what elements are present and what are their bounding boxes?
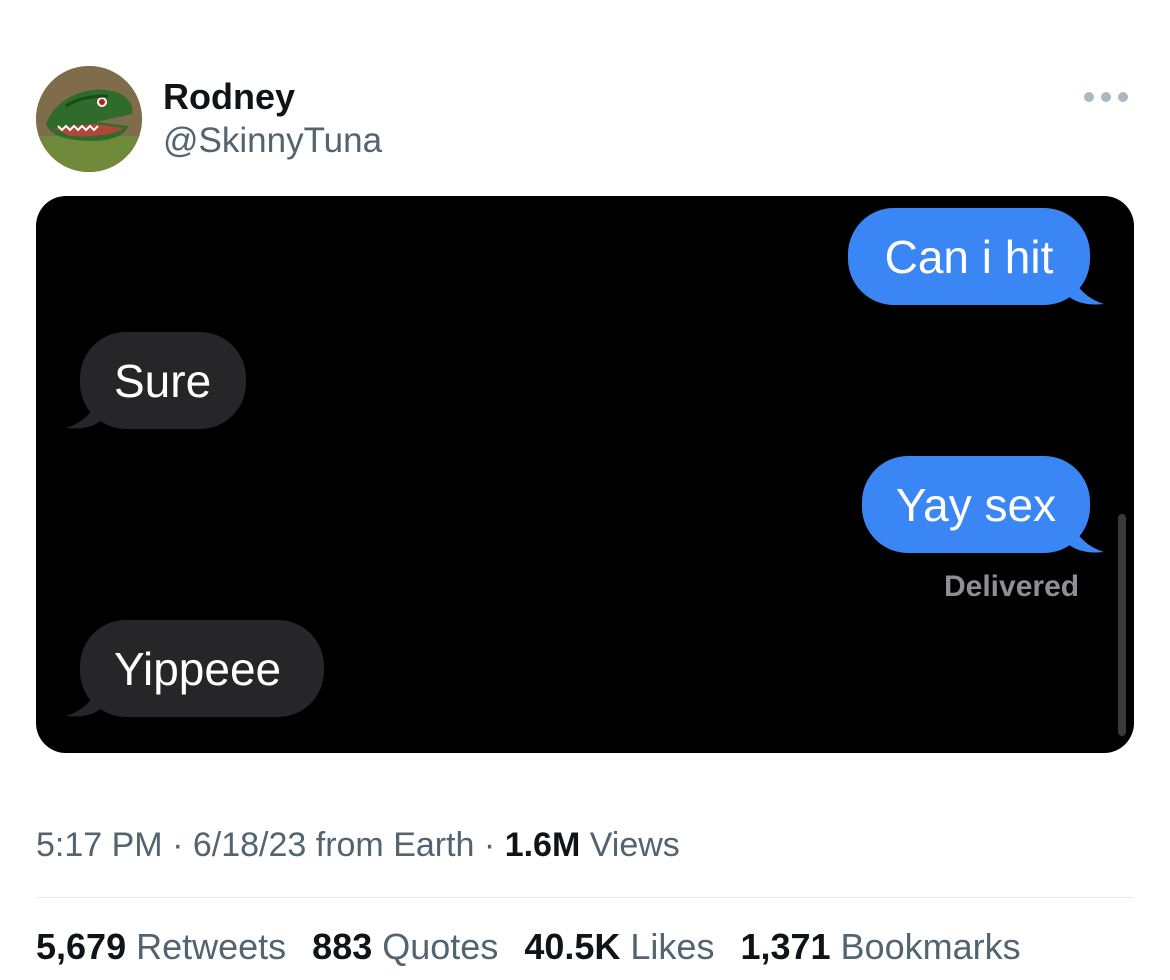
quotes-count: 883 — [312, 926, 373, 967]
likes-stat[interactable]: 40.5K Likes — [524, 926, 714, 968]
retweets-stat[interactable]: 5,679 Retweets — [36, 926, 286, 968]
message-bubble-sent: Can i hit — [848, 208, 1090, 305]
bookmarks-count: 1,371 — [740, 926, 831, 967]
message-bubble-sent: Yay sex — [862, 456, 1090, 553]
author-name[interactable]: Rodney — [163, 76, 295, 118]
tweet-date[interactable]: 6/18/23 — [193, 826, 306, 864]
retweets-label: Retweets — [126, 926, 287, 967]
bookmarks-label: Bookmarks — [830, 926, 1021, 967]
likes-count: 40.5K — [524, 926, 621, 967]
dinosaur-avatar-icon — [36, 66, 142, 172]
meta-separator: · — [162, 826, 193, 864]
tweet-meta: 5:17 PM · 6/18/23 from Earth · 1.6M View… — [36, 826, 680, 865]
message-bubble-received: Yippeee — [80, 620, 324, 717]
tweet-stats: 5,679 Retweets 883 Quotes 40.5K Likes 1,… — [36, 926, 1021, 968]
quotes-stat[interactable]: 883 Quotes — [312, 926, 498, 968]
likes-label: Likes — [620, 926, 715, 967]
views-count[interactable]: 1.6M — [505, 826, 581, 864]
message-bubble-received: Sure — [80, 332, 246, 429]
retweets-count: 5,679 — [36, 926, 127, 967]
tweet-time[interactable]: 5:17 PM — [36, 826, 163, 864]
views-label: Views — [580, 826, 680, 864]
more-dot — [1101, 92, 1111, 102]
bookmarks-stat[interactable]: 1,371 Bookmarks — [740, 926, 1020, 968]
more-options-icon[interactable] — [1084, 88, 1130, 106]
more-dot — [1084, 92, 1094, 102]
author-handle[interactable]: @SkinnyTuna — [163, 121, 382, 161]
divider — [36, 897, 1134, 898]
tweet-media-image[interactable]: Can i hit Sure Yay sex Delivered Yippeee — [36, 196, 1134, 753]
quotes-label: Quotes — [372, 926, 499, 967]
more-dot — [1118, 92, 1128, 102]
delivery-status: Delivered — [944, 570, 1080, 603]
scrollbar — [1118, 514, 1126, 736]
tweet-source: from Earth — [306, 826, 475, 864]
meta-separator: · — [474, 826, 505, 864]
avatar[interactable] — [36, 66, 142, 172]
